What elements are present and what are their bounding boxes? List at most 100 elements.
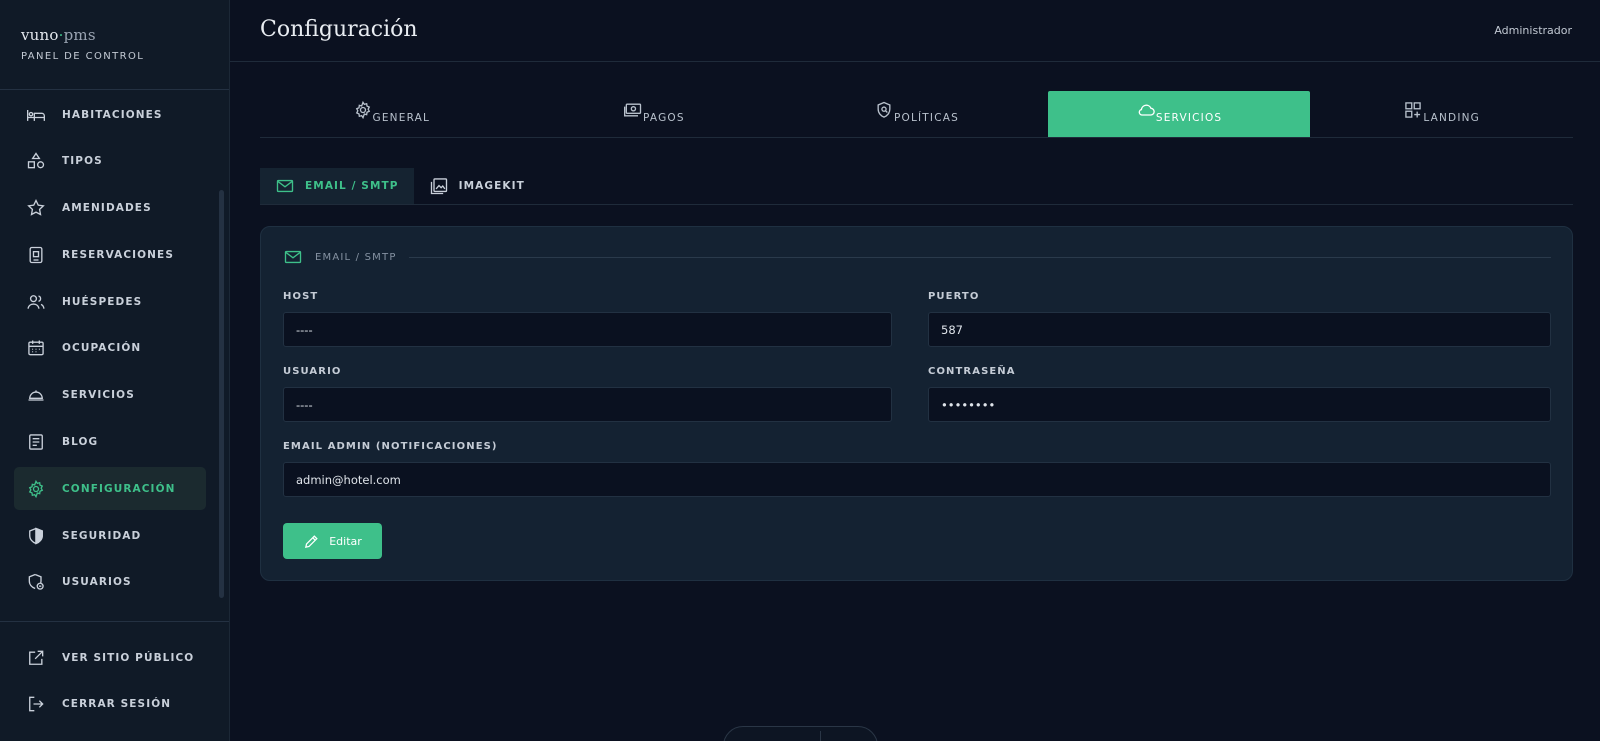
sidebar-item-label: TIPOS: [62, 155, 103, 168]
tab-label: POLÍTICAS: [893, 112, 959, 124]
sidebar-item-habitaciones[interactable]: HABITACIONES: [14, 93, 206, 136]
sidebar-divider-top: [0, 89, 229, 90]
tab-pagos[interactable]: PAGOS: [523, 91, 786, 137]
gear-icon: [25, 478, 47, 500]
section-header: EMAIL / SMTP: [283, 247, 1551, 267]
sidebar-scrollbar[interactable]: [219, 190, 224, 598]
subtab-label: IMAGEKIT: [458, 180, 525, 192]
tab-label: SERVICIOS: [1155, 112, 1223, 124]
user-shield-icon: [25, 571, 47, 593]
user-label: USUARIO: [283, 366, 342, 377]
sidebar-item-label: USUARIOS: [62, 576, 132, 589]
pencil-icon: [305, 534, 318, 548]
admin-email-input[interactable]: admin@hotel.com: [283, 462, 1551, 497]
tab-label: GENERAL: [372, 112, 431, 124]
smtp-settings-card: EMAIL / SMTP HOST ---- PUERTO 587 USUARI…: [260, 226, 1573, 581]
document-icon: [25, 431, 47, 453]
port-input[interactable]: 587: [928, 312, 1551, 347]
brand: vuno·pms PANEL DE CONTROL: [21, 26, 144, 62]
section-title: EMAIL / SMTP: [315, 251, 397, 263]
calendar-icon: [25, 337, 47, 359]
sidebar-item-cerrar-sesion[interactable]: CERRAR SESIÓN: [14, 683, 206, 726]
host-label: HOST: [283, 291, 319, 302]
external-link-icon: [25, 647, 47, 669]
policy-shield-icon: [874, 100, 894, 120]
money-icon: [623, 100, 643, 120]
booking-icon: [25, 244, 47, 266]
shield-icon: [25, 525, 47, 547]
edit-button-label: Editar: [329, 534, 362, 548]
sidebar-item-label: CONFIGURACIÓN: [62, 482, 176, 495]
sidebar-item-label: BLOG: [62, 436, 99, 449]
sidebar-item-label: CERRAR SESIÓN: [62, 698, 172, 711]
tab-general[interactable]: GENERAL: [260, 91, 523, 137]
sidebar-item-label: HUÉSPEDES: [62, 295, 143, 308]
shapes-icon: [25, 150, 47, 172]
star-icon: [25, 197, 47, 219]
bed-icon: [25, 104, 47, 126]
sidebar: vuno·pms PANEL DE CONTROL HABITACIONES T…: [0, 0, 230, 741]
sidebar-item-reservaciones[interactable]: RESERVACIONES: [14, 233, 206, 276]
sidebar-item-huespedes[interactable]: HUÉSPEDES: [14, 280, 206, 323]
section-divider: [408, 256, 1551, 258]
subtab-imagekit[interactable]: IMAGEKIT: [414, 168, 540, 204]
logout-icon: [25, 693, 47, 715]
password-input[interactable]: ••••••••: [928, 387, 1551, 422]
sidebar-item-label: VER SITIO PÚBLICO: [62, 651, 195, 664]
sidebar-item-label: SEGURIDAD: [62, 529, 142, 542]
sidebar-item-label: AMENIDADES: [62, 202, 152, 215]
admin-email-label: EMAIL ADMIN (NOTIFICACIONES): [283, 441, 498, 452]
sidebar-item-blog[interactable]: BLOG: [14, 421, 206, 464]
sidebar-item-ver-sitio-publico[interactable]: VER SITIO PÚBLICO: [14, 636, 206, 679]
cloud-icon: [1136, 100, 1156, 120]
sidebar-item-label: SERVICIOS: [62, 389, 135, 402]
top-header: Configuración Administrador: [230, 0, 1600, 62]
tab-politicas[interactable]: POLÍTICAS: [785, 91, 1048, 137]
services-subtabs: EMAIL / SMTP IMAGEKIT: [260, 168, 1573, 205]
edit-button[interactable]: Editar: [283, 523, 382, 559]
image-icon: [429, 176, 449, 196]
tab-label: PAGOS: [643, 112, 685, 124]
sidebar-item-tipos[interactable]: TIPOS: [14, 140, 206, 183]
user-input[interactable]: ----: [283, 387, 892, 422]
sidebar-item-seguridad[interactable]: SEGURIDAD: [14, 514, 206, 557]
sidebar-divider-bottom: [0, 621, 229, 622]
floating-toolbar[interactable]: [723, 726, 878, 741]
admin-email-field-group: EMAIL ADMIN (NOTIFICACIONES) admin@hotel…: [283, 441, 1551, 497]
tab-landing[interactable]: LANDING: [1310, 91, 1573, 137]
mail-icon: [275, 176, 295, 196]
room-service-icon: [25, 384, 47, 406]
sidebar-nav: HABITACIONES TIPOS AMENIDADES RESERVACIO…: [14, 93, 206, 608]
sidebar-item-label: RESERVACIONES: [62, 248, 174, 261]
subtab-label: EMAIL / SMTP: [305, 180, 399, 192]
subtab-email-smtp[interactable]: EMAIL / SMTP: [260, 168, 414, 204]
host-input[interactable]: ----: [283, 312, 892, 347]
toolbar-separator: [820, 731, 821, 741]
brand-logo[interactable]: vuno·pms: [21, 26, 144, 44]
port-label: PUERTO: [928, 291, 980, 302]
brand-subtitle: PANEL DE CONTROL: [21, 51, 145, 62]
tab-label: LANDING: [1423, 112, 1481, 124]
sidebar-item-servicios[interactable]: SERVICIOS: [14, 374, 206, 417]
gear-icon: [353, 100, 373, 120]
port-field-group: PUERTO 587: [928, 291, 1551, 347]
host-field-group: HOST ----: [283, 291, 892, 347]
user-field-group: USUARIO ----: [283, 366, 892, 422]
sidebar-item-amenidades[interactable]: AMENIDADES: [14, 187, 206, 230]
logo-pms: pms: [63, 26, 96, 44]
password-field-group: CONTRASEÑA ••••••••: [928, 366, 1551, 422]
sidebar-item-configuracion[interactable]: CONFIGURACIÓN: [14, 467, 206, 511]
page-title: Configuración: [260, 17, 418, 42]
grid-plus-icon: [1403, 100, 1423, 120]
password-label: CONTRASEÑA: [928, 366, 1016, 377]
tab-servicios[interactable]: SERVICIOS: [1047, 91, 1311, 137]
sidebar-item-ocupacion[interactable]: OCUPACIÓN: [14, 327, 206, 370]
sidebar-item-usuarios[interactable]: USUARIOS: [14, 561, 206, 604]
logo-main: vuno: [21, 26, 59, 44]
user-menu[interactable]: Administrador: [1494, 24, 1572, 37]
mail-icon: [283, 247, 303, 267]
sidebar-bottom-nav: VER SITIO PÚBLICO CERRAR SESIÓN: [14, 636, 206, 730]
users-icon: [25, 291, 47, 313]
sidebar-item-label: HABITACIONES: [62, 108, 163, 121]
settings-tabs: GENERAL PAGOS POLÍTICAS SERVICIOS LANDIN…: [260, 91, 1573, 138]
